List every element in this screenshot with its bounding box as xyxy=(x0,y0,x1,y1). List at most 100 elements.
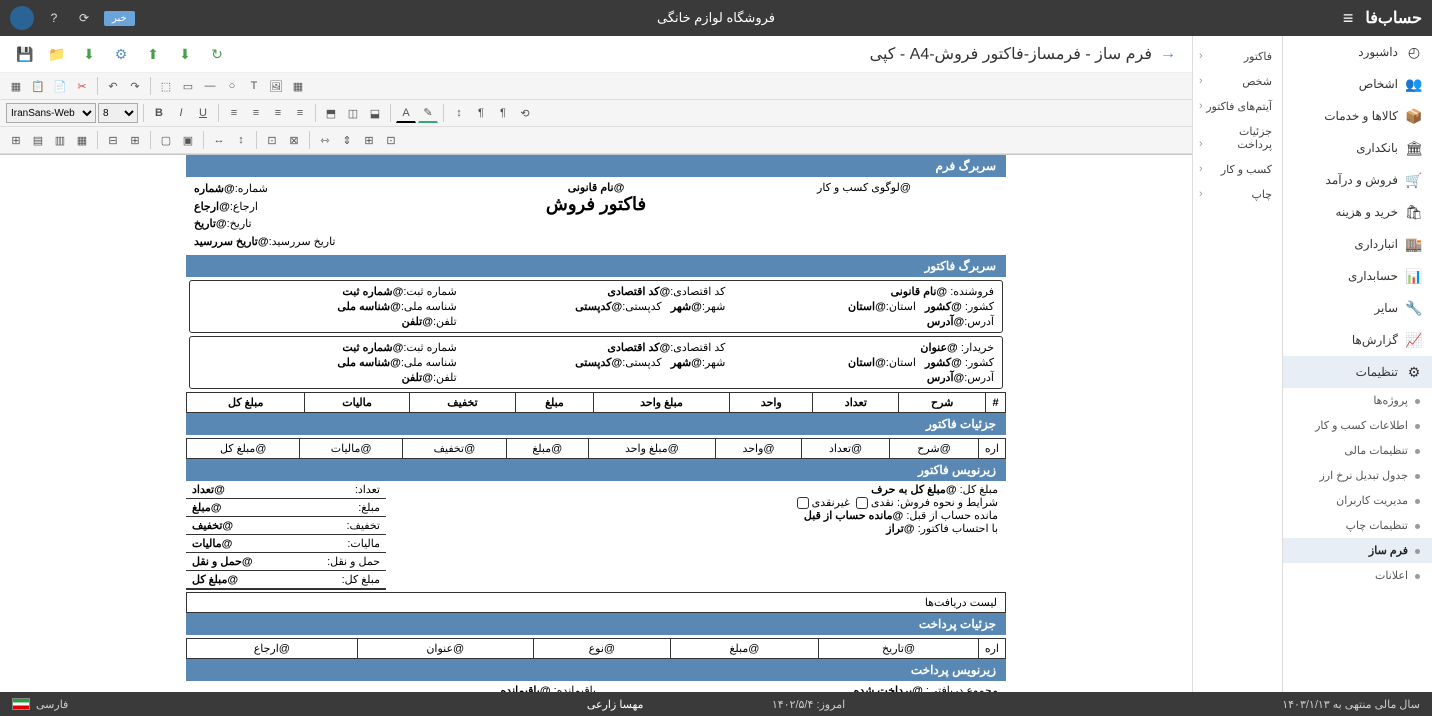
refresh-icon[interactable]: ⟳ xyxy=(74,8,94,28)
align-right-icon[interactable]: ≡ xyxy=(224,103,244,123)
tool-redo-icon[interactable]: ↷ xyxy=(125,76,145,96)
flag-icon[interactable] xyxy=(12,698,30,710)
sidebar-item-purchase[interactable]: 🛍خرید و هزینه xyxy=(1283,196,1432,228)
border-icon[interactable]: ▢ xyxy=(156,130,176,150)
sidebar-item-accounting[interactable]: 📊حسابداری xyxy=(1283,260,1432,292)
font-select[interactable]: IranSans-Web xyxy=(6,103,96,123)
align-left-icon[interactable]: ≡ xyxy=(268,103,288,123)
row-amount: @مبلغ xyxy=(506,439,588,459)
align-center-icon[interactable]: ≡ xyxy=(246,103,266,123)
lang-label[interactable]: فارسی xyxy=(36,698,68,711)
current-user: مهسا زارعی xyxy=(587,699,644,711)
fld-val: @کشور xyxy=(925,357,962,369)
tool-paste-icon[interactable]: 📄 xyxy=(50,76,70,96)
table-cell-icon[interactable]: ▦ xyxy=(72,130,92,150)
clear-icon[interactable]: ⟲ xyxy=(515,103,535,123)
secondary-payments[interactable]: جزئیات پرداخت xyxy=(1193,119,1282,157)
fld-val: @استان xyxy=(848,301,886,313)
menu-toggle-icon[interactable]: ≡ xyxy=(1343,8,1354,29)
tool-line-icon[interactable]: — xyxy=(200,76,220,96)
bold-icon[interactable]: B xyxy=(149,103,169,123)
tool-text-icon[interactable]: T xyxy=(244,76,264,96)
snap-icon[interactable]: ⊡ xyxy=(381,130,401,150)
noncash-checkbox[interactable] xyxy=(797,497,809,509)
export-icon[interactable]: ⬇ xyxy=(80,45,98,63)
sidebar-item-banking[interactable]: 🏛بانکداری xyxy=(1283,132,1432,164)
sidebar-item-reports[interactable]: 📈گزارش‌ها xyxy=(1283,324,1432,356)
sidebar-sub-projects[interactable]: پروژه‌ها xyxy=(1283,388,1432,413)
secondary-invoice[interactable]: فاکتور xyxy=(1193,44,1282,69)
sidebar-sub-exchange[interactable]: جدول تبدیل نرخ ارز xyxy=(1283,463,1432,488)
group-icon[interactable]: ⊡ xyxy=(262,130,282,150)
tool-select-icon[interactable]: ⬚ xyxy=(156,76,176,96)
news-badge[interactable]: خبر xyxy=(104,11,135,26)
back-icon[interactable]: → xyxy=(1160,45,1176,63)
sidebar-item-people[interactable]: 👥اشخاص xyxy=(1283,68,1432,100)
sidebar-sub-users[interactable]: مدیریت کاربران xyxy=(1283,488,1432,513)
ungroup-icon[interactable]: ⊠ xyxy=(284,130,304,150)
canvas-area[interactable]: سربرگ فرم @لوگوی کسب و کار @نام قانونی ف… xyxy=(0,155,1192,692)
refresh-icon[interactable]: ↻ xyxy=(208,45,226,63)
height-icon[interactable]: ↕ xyxy=(231,130,251,150)
valign-bot-icon[interactable]: ⬓ xyxy=(365,103,385,123)
help-icon[interactable]: ? xyxy=(44,8,64,28)
sidebar-sub-notifications[interactable]: اعلانات xyxy=(1283,563,1432,588)
doc-title: فاکتور فروش xyxy=(462,194,730,215)
sidebar-item-dashboard[interactable]: ◴داشبورد xyxy=(1283,36,1432,68)
sidebar-item-settings[interactable]: ⚙تنظیمات xyxy=(1283,356,1432,388)
gear-icon[interactable]: ⚙ xyxy=(112,45,130,63)
folder-icon[interactable]: 📁 xyxy=(48,45,66,63)
width-icon[interactable]: ↔ xyxy=(209,130,229,150)
toolbar-separator xyxy=(97,131,98,149)
sidebar-sub-business[interactable]: اطلاعات کسب و کار xyxy=(1283,413,1432,438)
sidebar-sub-formbuilder[interactable]: فرم ساز xyxy=(1283,538,1432,563)
valign-top-icon[interactable]: ⬒ xyxy=(321,103,341,123)
table-row-icon[interactable]: ▤ xyxy=(28,130,48,150)
secondary-items[interactable]: آیتم‌های فاکتور xyxy=(1193,94,1282,119)
cash-checkbox[interactable] xyxy=(856,497,868,509)
table-col-icon[interactable]: ▥ xyxy=(50,130,70,150)
ltr-icon[interactable]: ¶ xyxy=(493,103,513,123)
noncash-label: غیرنقدی xyxy=(812,497,850,509)
sidebar-item-products[interactable]: 📦کالاها و خدمات xyxy=(1283,100,1432,132)
sidebar-sub-financial[interactable]: تنظیمات مالی xyxy=(1283,438,1432,463)
secondary-print[interactable]: چاپ xyxy=(1193,182,1282,207)
distribute-v-icon[interactable]: ⇕ xyxy=(337,130,357,150)
font-color-icon[interactable]: A xyxy=(396,103,416,123)
upload-icon[interactable]: ⬆ xyxy=(144,45,162,63)
underline-icon[interactable]: U xyxy=(193,103,213,123)
col-unit: واحد xyxy=(730,393,813,413)
secondary-person[interactable]: شخص xyxy=(1193,69,1282,94)
sidebar-item-warehouse[interactable]: 🏬انبارداری xyxy=(1283,228,1432,260)
distribute-h-icon[interactable]: ⇿ xyxy=(315,130,335,150)
toolbar-separator xyxy=(256,131,257,149)
merge-icon[interactable]: ⊟ xyxy=(103,130,123,150)
bank-icon: 🏛 xyxy=(1406,140,1422,156)
tool-source-icon[interactable]: ▦ xyxy=(6,76,26,96)
align-justify-icon[interactable]: ≡ xyxy=(290,103,310,123)
border2-icon[interactable]: ▣ xyxy=(178,130,198,150)
valign-mid-icon[interactable]: ◫ xyxy=(343,103,363,123)
download-icon[interactable]: ⬇ xyxy=(176,45,194,63)
sidebar-sub-print[interactable]: تنظیمات چاپ xyxy=(1283,513,1432,538)
tool-undo-icon[interactable]: ↶ xyxy=(103,76,123,96)
highlight-icon[interactable]: ✎ xyxy=(418,103,438,123)
grid-toggle-icon[interactable]: ⊞ xyxy=(359,130,379,150)
avatar[interactable] xyxy=(10,6,34,30)
tool-rect-icon[interactable]: ▭ xyxy=(178,76,198,96)
tool-circle-icon[interactable]: ○ xyxy=(222,76,242,96)
secondary-business[interactable]: کسب و کار xyxy=(1193,157,1282,182)
save-icon[interactable]: 💾 xyxy=(16,45,34,63)
sidebar-item-other[interactable]: 🔧سایر xyxy=(1283,292,1432,324)
italic-icon[interactable]: I xyxy=(171,103,191,123)
split-icon[interactable]: ⊞ xyxy=(125,130,145,150)
tool-image-icon[interactable]: 🖼 xyxy=(266,76,286,96)
tool-cut-icon[interactable]: ✂ xyxy=(72,76,92,96)
rtl-icon[interactable]: ¶ xyxy=(471,103,491,123)
lineheight-icon[interactable]: ↕ xyxy=(449,103,469,123)
insert-table-icon[interactable]: ⊞ xyxy=(6,130,26,150)
tool-copy-icon[interactable]: 📋 xyxy=(28,76,48,96)
sidebar-item-sales[interactable]: 🛒فروش و درآمد xyxy=(1283,164,1432,196)
tool-grid-icon[interactable]: ▦ xyxy=(288,76,308,96)
size-select[interactable]: 8 xyxy=(98,103,138,123)
